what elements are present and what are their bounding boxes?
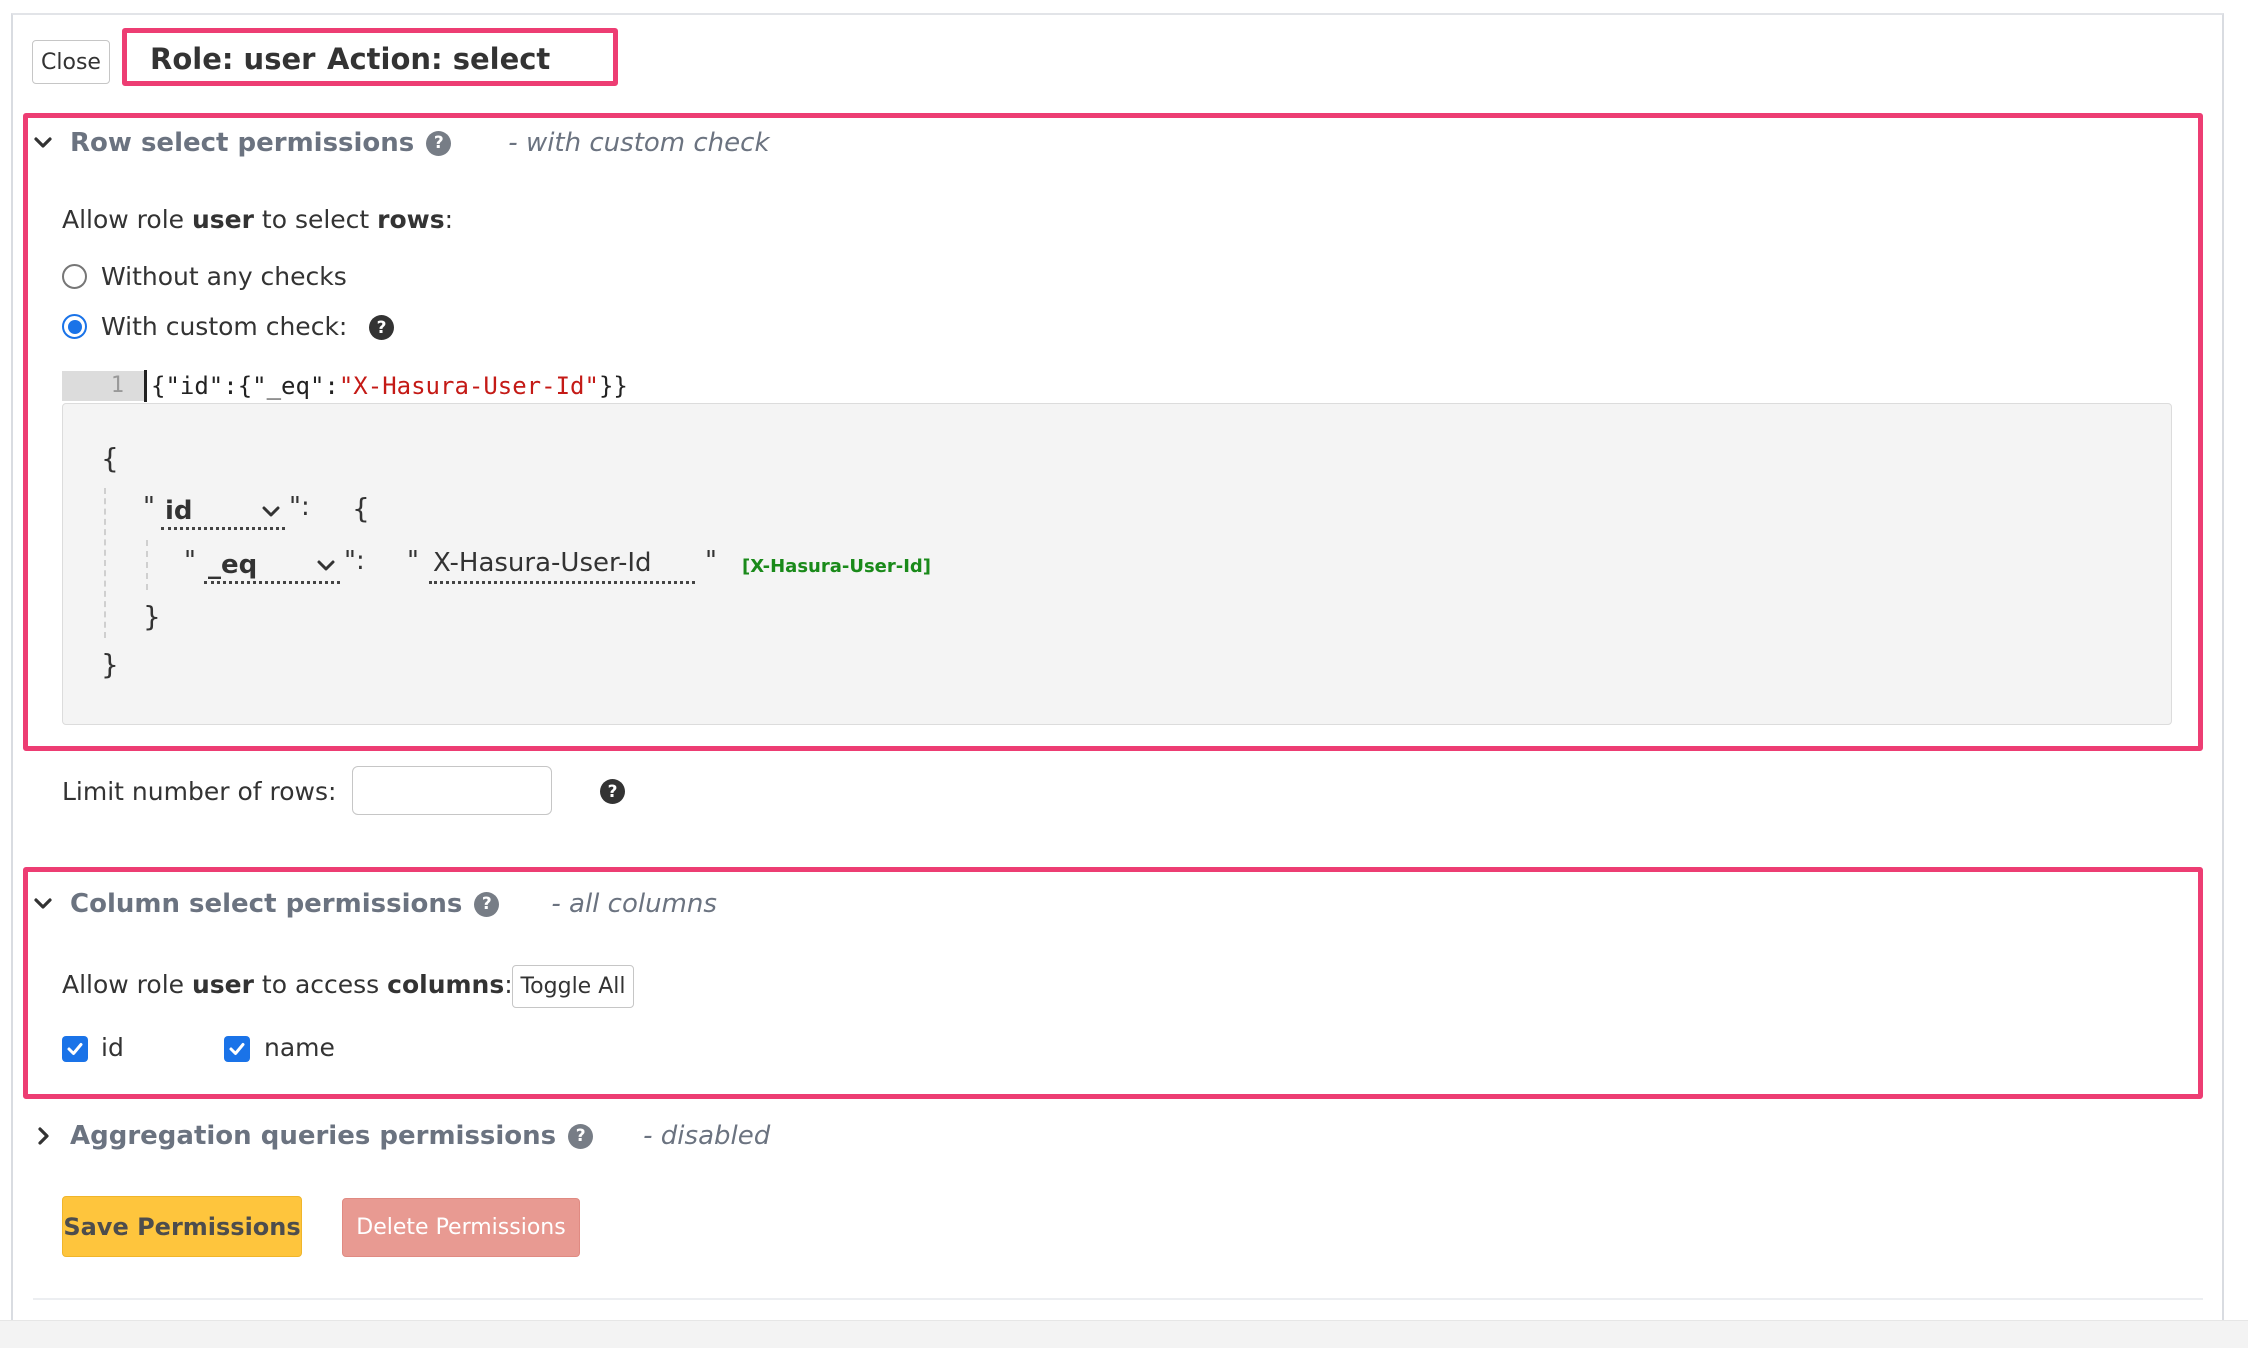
operator-select-value: _eq [208, 549, 258, 580]
open-brace: { [101, 442, 119, 475]
aggregation-section-header[interactable]: Aggregation queries permissions ? - disa… [30, 1116, 770, 1156]
radio-without-checks-label: Without any checks [101, 262, 347, 291]
divider [33, 1298, 2203, 1300]
chevron-down-icon [30, 130, 56, 156]
row-section-status: - with custom check [508, 128, 770, 158]
page-footer-strip [0, 1320, 2248, 1348]
close-brace: } [101, 648, 119, 681]
row-allow-text: Allow role user to select rows: [62, 205, 454, 234]
quote: " [184, 546, 196, 576]
quote: " [143, 492, 155, 522]
chevron-down-icon [317, 560, 335, 570]
toggle-all-button[interactable]: Toggle All [512, 965, 634, 1008]
chevron-down-icon [30, 891, 56, 917]
row-section-header[interactable]: Row select permissions ? - with custom c… [30, 123, 770, 163]
quote: " [705, 546, 717, 576]
nested-open-brace: { [352, 492, 370, 525]
indent-guide [104, 488, 106, 638]
check-icon [67, 1043, 83, 1055]
column-allow-text: Allow role user to access columns: [62, 970, 513, 999]
row-section-title: Row select permissions [70, 128, 415, 158]
role-title: Role: user [150, 42, 316, 76]
aggregation-section-title: Aggregation queries permissions [70, 1121, 557, 1151]
operator-select[interactable]: _eq [204, 548, 340, 584]
value-input[interactable]: X-Hasura-User-Id [429, 548, 695, 584]
column-select-value: id [165, 495, 193, 526]
question-circle-icon[interactable]: ? [474, 891, 500, 917]
column-section-title: Column select permissions [70, 889, 463, 919]
aggregation-section-status: - disabled [643, 1121, 771, 1151]
check-icon [229, 1043, 245, 1055]
radio-custom-check[interactable] [62, 314, 87, 339]
json-editor[interactable]: {"id":{"_eq":"X-Hasura-User-Id"}} [151, 370, 628, 402]
radio-custom-check-label: With custom check: [101, 312, 348, 341]
editor-cursor [144, 370, 147, 402]
save-permissions-button[interactable]: Save Permissions [62, 1196, 302, 1257]
column-select[interactable]: id [161, 494, 285, 530]
quote-colon: ": [289, 492, 310, 522]
delete-permissions-button[interactable]: Delete Permissions [342, 1198, 580, 1257]
quote-colon: ": [344, 546, 365, 576]
column-label-id: id [101, 1033, 124, 1062]
quote: " [407, 546, 419, 576]
editor-line-number: 1 [62, 371, 144, 401]
chevron-down-icon [262, 506, 280, 516]
nested-close-brace: } [143, 600, 161, 633]
boolean-expression-builder [62, 403, 2172, 725]
question-circle-icon[interactable]: ? [426, 130, 452, 156]
column-section-header[interactable]: Column select permissions ? - all column… [30, 884, 717, 924]
radio-without-checks[interactable] [62, 264, 87, 289]
chevron-right-icon [30, 1123, 56, 1149]
action-title: Action: select [327, 42, 551, 76]
question-circle-icon[interactable]: ? [568, 1123, 594, 1149]
session-variable-hint[interactable]: [X-Hasura-User-Id] [742, 556, 931, 577]
limit-label: Limit number of rows: [62, 777, 337, 806]
column-label-name: name [264, 1033, 335, 1062]
indent-guide-nested [146, 540, 148, 590]
question-circle-icon[interactable]: ? [369, 315, 394, 340]
question-circle-icon[interactable]: ? [600, 779, 625, 804]
close-button[interactable]: Close [32, 40, 110, 84]
column-checkbox-name[interactable] [224, 1036, 250, 1062]
column-checkbox-id[interactable] [62, 1036, 88, 1062]
limit-input[interactable] [352, 766, 552, 815]
column-section-status: - all columns [551, 889, 717, 919]
